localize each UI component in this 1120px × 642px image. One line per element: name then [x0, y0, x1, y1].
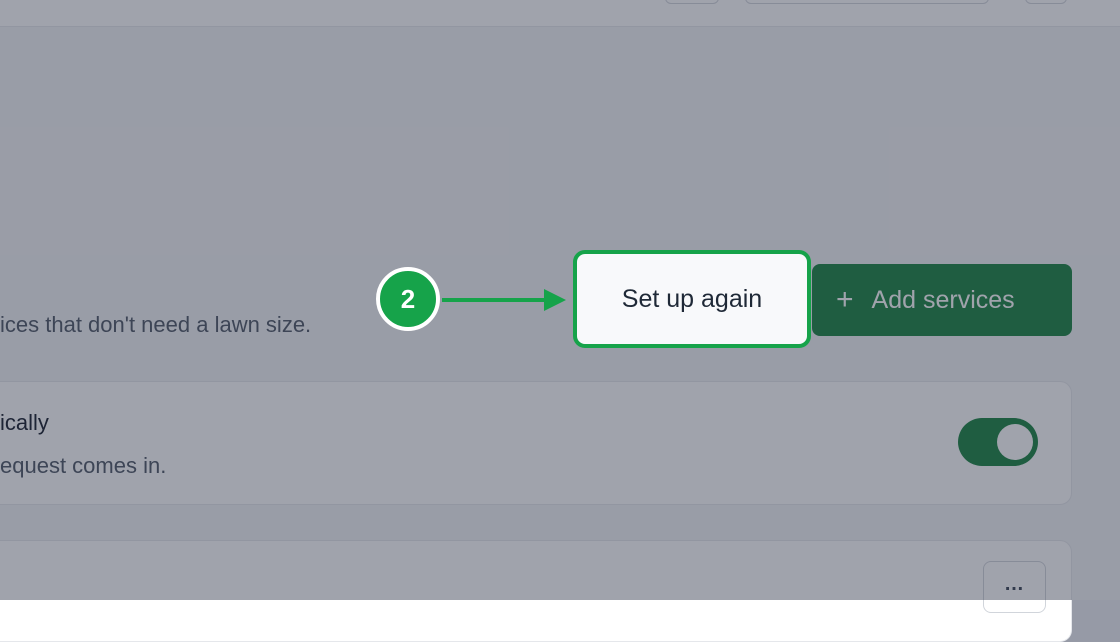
set-up-again-label: Set up again — [621, 284, 763, 313]
arrow-right-icon — [442, 289, 566, 311]
step-number-badge: 2 — [376, 267, 440, 331]
set-up-again-button[interactable]: Set up again — [573, 250, 811, 348]
